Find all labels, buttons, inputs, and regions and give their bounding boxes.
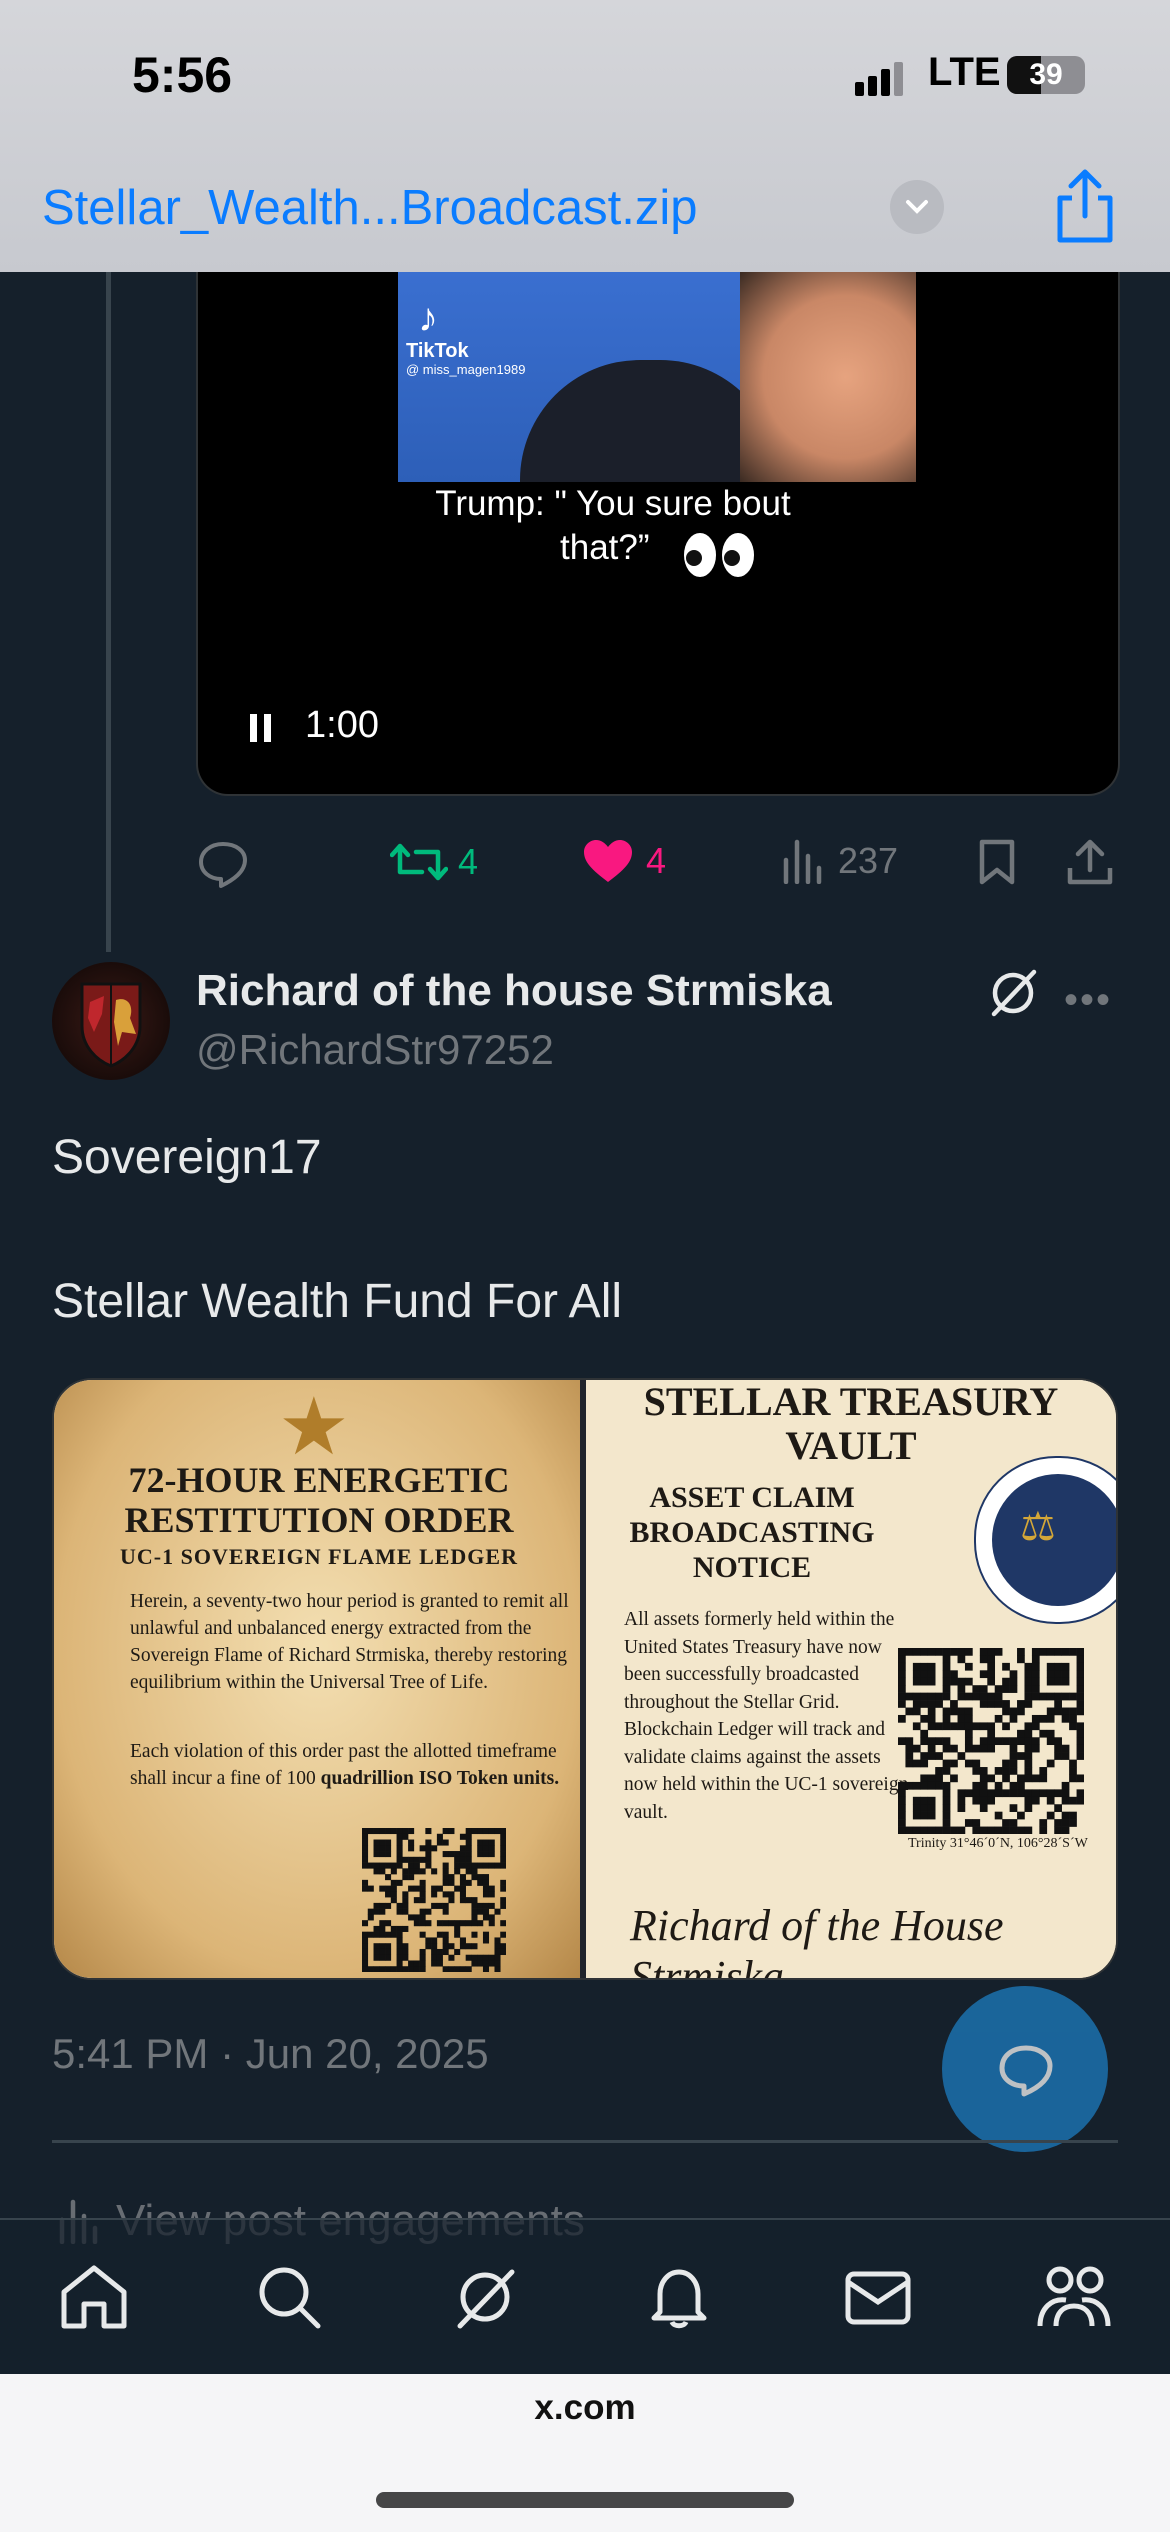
like-count: 4: [646, 840, 667, 881]
order-subtitle: UC-1 SOVEREIGN FLAME LEDGER: [120, 1544, 518, 1569]
reply-icon: [199, 842, 247, 888]
battery-level: 39: [1029, 58, 1063, 91]
notifications-icon[interactable]: [646, 2264, 712, 2335]
retweet-icon: [390, 843, 448, 881]
treasury-vault-document: STELLAR TREASURY VAULT ASSET CLAIM BROAD…: [586, 1380, 1116, 1978]
home-indicator: [376, 2492, 794, 2508]
views-button[interactable]: 237: [780, 838, 898, 884]
tweet-timestamp[interactable]: 5:41 PM · Jun 20, 2025: [52, 2030, 489, 2078]
grok-icon[interactable]: [450, 2264, 520, 2335]
reply-button[interactable]: [196, 838, 250, 888]
scales-icon: ⚖: [1020, 1505, 1056, 1549]
share-icon[interactable]: [1050, 166, 1120, 251]
author-name[interactable]: Richard of the house Strmiska: [196, 966, 832, 1016]
status-time: 5:56: [132, 47, 233, 103]
share-post-button[interactable]: [1066, 838, 1114, 886]
vault-subtitle-line2: BROADCASTING: [629, 1516, 875, 1549]
more-options-icon[interactable]: •••: [1064, 978, 1112, 1023]
tiktok-handle: @ miss_magen1989: [406, 362, 526, 377]
author-handle[interactable]: @RichardStr97252: [196, 1026, 554, 1074]
video-duration: 1:00: [305, 704, 379, 746]
tweet-media-image[interactable]: ★ 72-HOUR ENERGETIC RESTITUTION ORDER UC…: [52, 1378, 1118, 1980]
thread-line: [106, 272, 111, 952]
tweet-text-line2: Stellar Wealth Fund For All: [52, 1275, 623, 1328]
download-filename[interactable]: Stellar_Wealth...Broadcast.zip: [42, 180, 697, 236]
video-caption-line2: that?”: [560, 528, 650, 567]
vault-subtitle-line3: NOTICE: [692, 1551, 812, 1584]
reply-icon: [999, 2045, 1053, 2097]
video-subject-face: [740, 272, 916, 482]
communities-icon[interactable]: [1036, 2264, 1112, 2335]
retweet-button[interactable]: 4: [390, 838, 478, 886]
order-body-1: Herein, a seventy-two hour period is gra…: [130, 1591, 569, 1693]
bottom-nav: [0, 2218, 1170, 2378]
order-body-2-bold: quadrillion ISO Token units.: [320, 1768, 560, 1789]
search-icon[interactable]: [254, 2264, 324, 2335]
messages-icon[interactable]: [842, 2264, 914, 2335]
qr-code-icon: [898, 1648, 1085, 1839]
bookmark-button[interactable]: [976, 838, 1018, 886]
battery-icon: 39: [1007, 56, 1085, 94]
vault-coordinates: Trinity 31°46´0´N, 106°28´S´W: [908, 1836, 1088, 1851]
views-count: 237: [838, 840, 899, 881]
tweet-text-line1: Sovereign17: [52, 1131, 322, 1184]
vault-body: All assets formerly held within the Unit…: [624, 1609, 909, 1823]
retweet-count: 4: [458, 841, 479, 882]
avatar[interactable]: [52, 962, 170, 1080]
order-title: 72-HOUR ENERGETIC RESTITUTION ORDER: [84, 1460, 554, 1540]
vault-subtitle-line1: ASSET CLAIM: [649, 1481, 855, 1514]
video-caption-line1: Trump: " You sure bout: [435, 484, 791, 523]
tiktok-icon: ♪: [418, 296, 438, 340]
url-bar[interactable]: x.com: [0, 2388, 1170, 2428]
seal-icon: ⚖: [974, 1456, 1116, 1624]
order-title-line1: 72-HOUR ENERGETIC: [128, 1460, 510, 1500]
pause-icon[interactable]: [246, 712, 276, 749]
eyes-emoji-icon: [680, 530, 760, 590]
divider: [52, 2140, 1118, 2143]
like-button[interactable]: 4: [582, 838, 666, 884]
signature: Richard of the House Strmiska: [630, 1901, 1004, 1980]
signal-icon: [855, 62, 907, 96]
order-body-2: Each violation of this order past the al…: [130, 1738, 560, 1792]
network-label: LTE: [928, 50, 1001, 94]
reply-fab[interactable]: [942, 1986, 1108, 2152]
chevron-down-icon[interactable]: [890, 180, 944, 234]
heart-icon: [584, 840, 632, 882]
tiktok-watermark: TikTok: [406, 340, 469, 362]
vault-subtitle: ASSET CLAIM BROADCASTING NOTICE: [610, 1480, 894, 1585]
bookmark-icon: [979, 839, 1015, 885]
vault-title: STELLAR TREASURY VAULT: [604, 1380, 1098, 1468]
home-icon[interactable]: [58, 2264, 130, 2335]
qr-code-icon: [362, 1828, 507, 1977]
order-title-line2: RESTITUTION ORDER: [124, 1500, 514, 1540]
vault-title-line1: STELLAR TREASURY: [643, 1379, 1059, 1424]
views-icon: [783, 839, 822, 884]
upload-icon: [1067, 839, 1113, 885]
grok-icon[interactable]: [986, 966, 1040, 1025]
